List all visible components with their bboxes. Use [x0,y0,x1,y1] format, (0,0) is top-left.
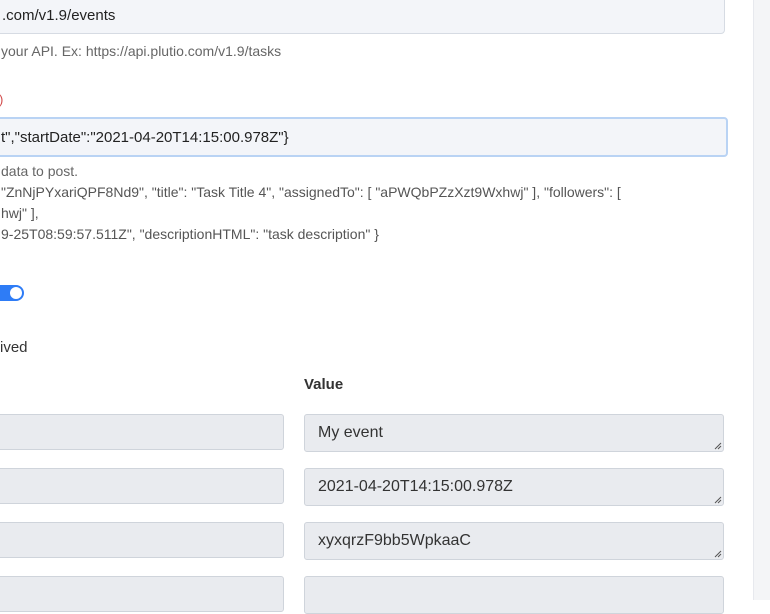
body-help-line-1: data to post. [1,163,79,179]
value-input-text: My event [318,424,383,441]
body-help-line-2: "ZnNjPYxariQPF8Nd9", "title": "Task Titl… [1,184,621,200]
toggle-knob [10,287,22,299]
url-help-text: your API. Ex: https://api.plutio.com/v1.… [1,43,282,59]
value-input-4[interactable] [304,576,724,614]
key-input-4[interactable] [0,576,284,612]
resize-handle-icon[interactable] [713,495,722,504]
value-input-1[interactable]: My event [304,414,724,452]
page-scrollbar[interactable] [753,0,770,600]
key-input-1[interactable] [0,414,284,450]
value-input-2[interactable]: 2021-04-20T14:15:00.978Z [304,468,724,506]
url-input[interactable]: .com/v1.9/events [0,0,725,34]
body-help-line-3: hwj" ], [1,205,39,221]
value-input-text: 2021-04-20T14:15:00.978Z [318,478,513,495]
value-column-header: Value [304,376,344,393]
data-body-input[interactable]: t","startDate":"2021-04-20T14:15:00.978Z… [0,117,728,157]
body-help-line-4: 9-25T08:59:57.511Z", "descriptionHTML": … [1,226,379,242]
resize-handle-icon[interactable] [713,441,722,450]
required-indicator: ) [0,92,3,107]
key-input-3[interactable] [0,522,284,558]
resize-handle-icon[interactable] [713,549,722,558]
value-input-text: xyxqrzF9bb5WpkaaC [318,532,471,549]
value-input-3[interactable]: xyxqrzF9bb5WpkaaC [304,522,724,560]
switch-label: ived [0,339,28,356]
key-input-2[interactable] [0,468,284,504]
toggle-switch[interactable] [0,285,24,301]
